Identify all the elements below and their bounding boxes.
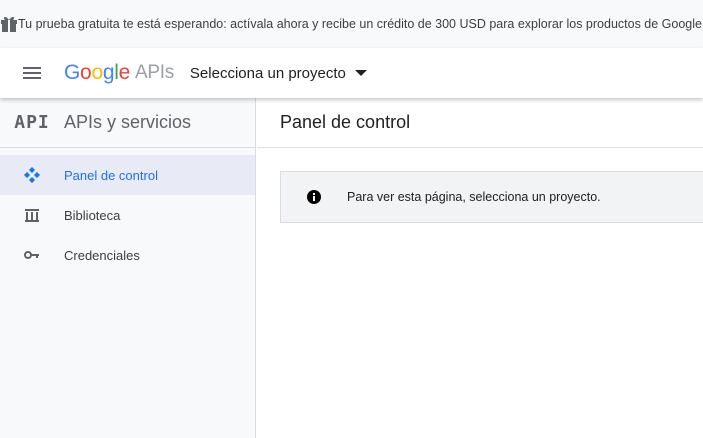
trial-banner-text: Tu prueba gratuita te está esperando: ac…	[18, 17, 703, 31]
select-project-notice: Para ver esta página, selecciona un proy…	[280, 171, 703, 223]
sidebar: API APIs y servicios Panel de control Bi…	[0, 98, 256, 438]
logo-letter: e	[118, 61, 131, 84]
key-icon	[0, 250, 64, 260]
caret-down-icon	[354, 70, 367, 76]
logo-letter: G	[64, 61, 81, 84]
sidebar-item-label: Biblioteca	[64, 207, 121, 223]
page-title: Panel de control	[257, 98, 703, 148]
sidebar-header: API APIs y servicios	[0, 98, 255, 148]
logo-letter: g	[102, 61, 115, 84]
top-bar: Google APIs Selecciona un proyecto	[0, 48, 703, 98]
google-apis-logo[interactable]: Google APIs	[64, 48, 174, 98]
sidebar-nav: Panel de control Biblioteca Credenciales	[0, 155, 255, 275]
dashboard-icon	[0, 166, 64, 184]
api-badge-icon: API	[14, 112, 50, 133]
gift-icon	[0, 15, 18, 33]
project-selector-label: Selecciona un proyecto	[189, 64, 346, 82]
info-icon	[281, 190, 347, 204]
sidebar-item-label: Credenciales	[64, 247, 140, 263]
sidebar-item-biblioteca[interactable]: Biblioteca	[0, 195, 255, 235]
sidebar-item-label: Panel de control	[64, 167, 158, 183]
logo-letter: o	[91, 61, 103, 84]
trial-banner[interactable]: Tu prueba gratuita te está esperando: ac…	[0, 0, 703, 48]
project-selector[interactable]: Selecciona un proyecto	[190, 65, 367, 82]
library-icon	[0, 207, 64, 223]
hamburger-menu-icon[interactable]	[0, 48, 64, 98]
logo-letter: o	[80, 61, 92, 84]
logo-product-name: APIs	[134, 62, 174, 83]
notice-text: Para ver esta página, selecciona un proy…	[347, 190, 601, 204]
sidebar-title: APIs y servicios	[64, 112, 192, 132]
sidebar-item-credenciales[interactable]: Credenciales	[0, 235, 255, 275]
sidebar-item-panel-de-control[interactable]: Panel de control	[0, 155, 255, 195]
